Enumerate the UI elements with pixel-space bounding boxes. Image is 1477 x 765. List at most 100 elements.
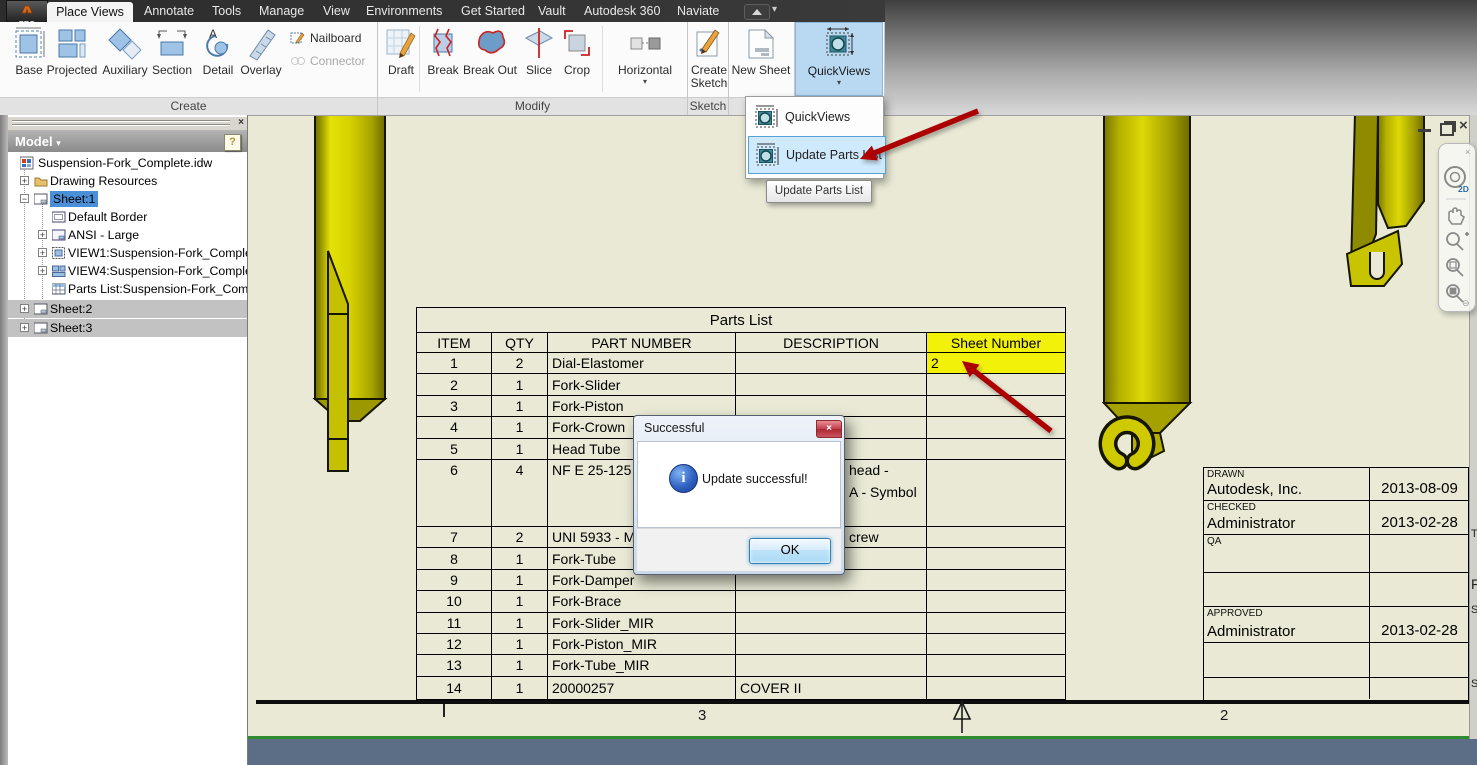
table-row[interactable]: 10 1 Fork-Brace — [417, 591, 1065, 613]
tab-tools[interactable]: Tools — [206, 0, 247, 22]
tab-environments[interactable]: Environments — [360, 0, 448, 22]
overlay-icon — [236, 24, 286, 64]
quickviews-dropdown: QuickViews Update Parts List — [745, 96, 886, 179]
menu-item-update-parts-list[interactable]: Update Parts List — [748, 136, 886, 174]
expand-plus-icon[interactable]: + — [38, 230, 47, 240]
description-fragment: A - Symbol — [849, 483, 917, 500]
tree-item-ansi-large[interactable]: + ANSI - Large — [8, 226, 247, 244]
fork-piston-view — [312, 116, 388, 472]
quickviews-caret-icon[interactable]: ▾ — [796, 78, 882, 87]
browser-title[interactable]: Model ▾ ? — [8, 131, 247, 152]
overlay-button[interactable]: Overlay — [236, 24, 286, 96]
grip-line — [12, 120, 230, 121]
quickviews-button[interactable]: QuickViews ▾ — [795, 22, 883, 96]
panel-label-sketch[interactable]: Sketch — [688, 99, 728, 115]
doc-restore-icon[interactable] — [1440, 123, 1454, 136]
dialog-close-button[interactable]: × — [816, 420, 842, 438]
zone-tick — [443, 704, 445, 717]
doc-close-icon[interactable]: × — [1459, 117, 1468, 134]
expand-plus-icon[interactable]: + — [20, 323, 29, 333]
tree-item-default-border[interactable]: Default Border — [8, 208, 247, 226]
navbar-more-icon[interactable]: ⊖ — [1462, 298, 1470, 308]
tooltip: Update Parts List — [766, 180, 872, 203]
break-button[interactable]: Break — [423, 24, 463, 96]
draft-button[interactable]: Draft — [379, 24, 423, 96]
tree-item-drawing-resources[interactable]: + Drawing Resources — [8, 172, 247, 190]
browser-close-icon[interactable]: × — [238, 117, 244, 129]
crop-icon — [557, 24, 597, 64]
tab-place-views[interactable]: Place Views — [47, 2, 133, 22]
tab-autodesk-360[interactable]: Autodesk 360 — [578, 0, 666, 22]
menu-item-quickviews[interactable]: QuickViews — [748, 99, 884, 135]
collapse-minus-icon[interactable]: − — [20, 194, 29, 204]
navigation-bar[interactable]: × 2D ⊖ — [1438, 143, 1476, 312]
expand-plus-icon[interactable]: + — [20, 176, 29, 186]
break-out-button[interactable]: Break Out — [461, 24, 519, 96]
title-block-edge-text: F — [1471, 576, 1477, 592]
tree-item-view4[interactable]: + VIEW4:Suspension-Fork_Complete.ia — [8, 262, 247, 280]
doc-minimize-icon[interactable] — [1418, 129, 1431, 132]
tree-item-sheet1[interactable]: − Sheet:1 — [8, 190, 247, 208]
dialog-title: Successful — [644, 421, 705, 435]
tree-item-view1[interactable]: + VIEW1:Suspension-Fork_Complete.ia — [8, 244, 247, 262]
minimize-ribbon-button[interactable] — [744, 4, 770, 20]
steering-wheel-2d-icon[interactable]: 2D — [1444, 166, 1469, 194]
table-row[interactable]: 2 1 Fork-Slider — [417, 374, 1065, 396]
tree-item-root[interactable]: Suspension-Fork_Complete.idw — [8, 154, 247, 172]
projected-view-icon — [52, 264, 66, 278]
zoom-window-icon[interactable] — [1446, 258, 1464, 277]
tree-item-sheet3[interactable]: + Sheet:3 — [8, 319, 247, 337]
new-sheet-button[interactable]: New Sheet — [729, 24, 793, 96]
table-row[interactable]: 12 1 Fork-Piston_MIR — [417, 633, 1065, 656]
tab-get-started[interactable]: Get Started — [455, 0, 531, 22]
auxiliary-button[interactable]: Auxiliary — [97, 24, 153, 96]
title-block-edge-text: S — [1471, 678, 1477, 690]
help-icon[interactable]: ? — [224, 134, 241, 151]
chevron-down-icon[interactable]: ▾ — [56, 138, 61, 148]
browser-grip-bar[interactable]: × — [8, 117, 247, 131]
zoom-all-icon[interactable] — [1446, 284, 1464, 303]
fork-leg-mirrored-view — [1345, 116, 1425, 287]
tree-item-sheet2[interactable]: + Sheet:2 — [8, 300, 247, 318]
zoom-icon[interactable] — [1446, 232, 1469, 251]
dialog-message: Update successful! — [702, 472, 808, 486]
application-menu-button[interactable]: PRO — [6, 0, 48, 28]
table-row[interactable]: 3 1 Fork-Piston — [417, 395, 1065, 418]
navbar-close-icon[interactable]: × — [1465, 147, 1470, 157]
up-arrow-icon — [752, 9, 762, 15]
ribbon-options-caret-icon[interactable]: ▾ — [772, 4, 777, 15]
pan-hand-icon[interactable] — [1448, 207, 1465, 225]
panel-label-modify[interactable]: Modify — [378, 99, 687, 115]
tab-annotate[interactable]: Annotate — [138, 0, 200, 22]
slice-button[interactable]: Slice — [517, 24, 561, 96]
crop-button[interactable]: Crop — [557, 24, 597, 96]
tree-item-parts-list[interactable]: Parts List:Suspension-Fork_Complete — [8, 280, 247, 298]
nailboard-button[interactable]: Nailboard — [290, 28, 361, 48]
tab-view[interactable]: View — [317, 0, 356, 22]
detail-button[interactable]: A Detail — [196, 24, 240, 96]
expand-plus-icon[interactable]: + — [20, 304, 29, 314]
title-block-row: DRAWN Autodesk, Inc. 2013-08-09 — [1204, 468, 1468, 501]
section-button[interactable]: Section — [148, 24, 196, 96]
successful-dialog: Successful × i Update successful! OK — [633, 415, 845, 575]
table-row[interactable]: 13 1 Fork-Tube_MIR — [417, 655, 1065, 677]
expand-plus-icon[interactable]: + — [38, 248, 47, 258]
tab-naviate[interactable]: Naviate — [671, 0, 725, 22]
new-sheet-icon — [729, 24, 793, 64]
sheet-icon — [33, 321, 48, 335]
create-sketch-button[interactable]: Create Sketch — [686, 24, 732, 96]
horizontal-button[interactable]: Horizontal ▾ — [606, 24, 684, 96]
tab-vault[interactable]: Vault — [532, 0, 572, 22]
table-row[interactable]: 1 2 Dial-Elastomer 2 — [417, 353, 1065, 375]
expand-plus-icon[interactable]: + — [38, 266, 47, 276]
table-row[interactable]: 14 1 20000257 COVER II — [417, 676, 1065, 699]
projected-icon — [44, 24, 100, 64]
ok-button[interactable]: OK — [749, 538, 831, 564]
projected-button[interactable]: Projected — [44, 24, 100, 96]
table-row[interactable]: 11 1 Fork-Slider_MIR — [417, 612, 1065, 634]
tab-manage[interactable]: Manage — [253, 0, 310, 22]
horizontal-caret-icon[interactable]: ▾ — [606, 77, 684, 86]
quickviews-icon — [755, 105, 778, 128]
panel-label-create[interactable]: Create — [0, 99, 377, 115]
header-gradient — [885, 0, 1477, 115]
